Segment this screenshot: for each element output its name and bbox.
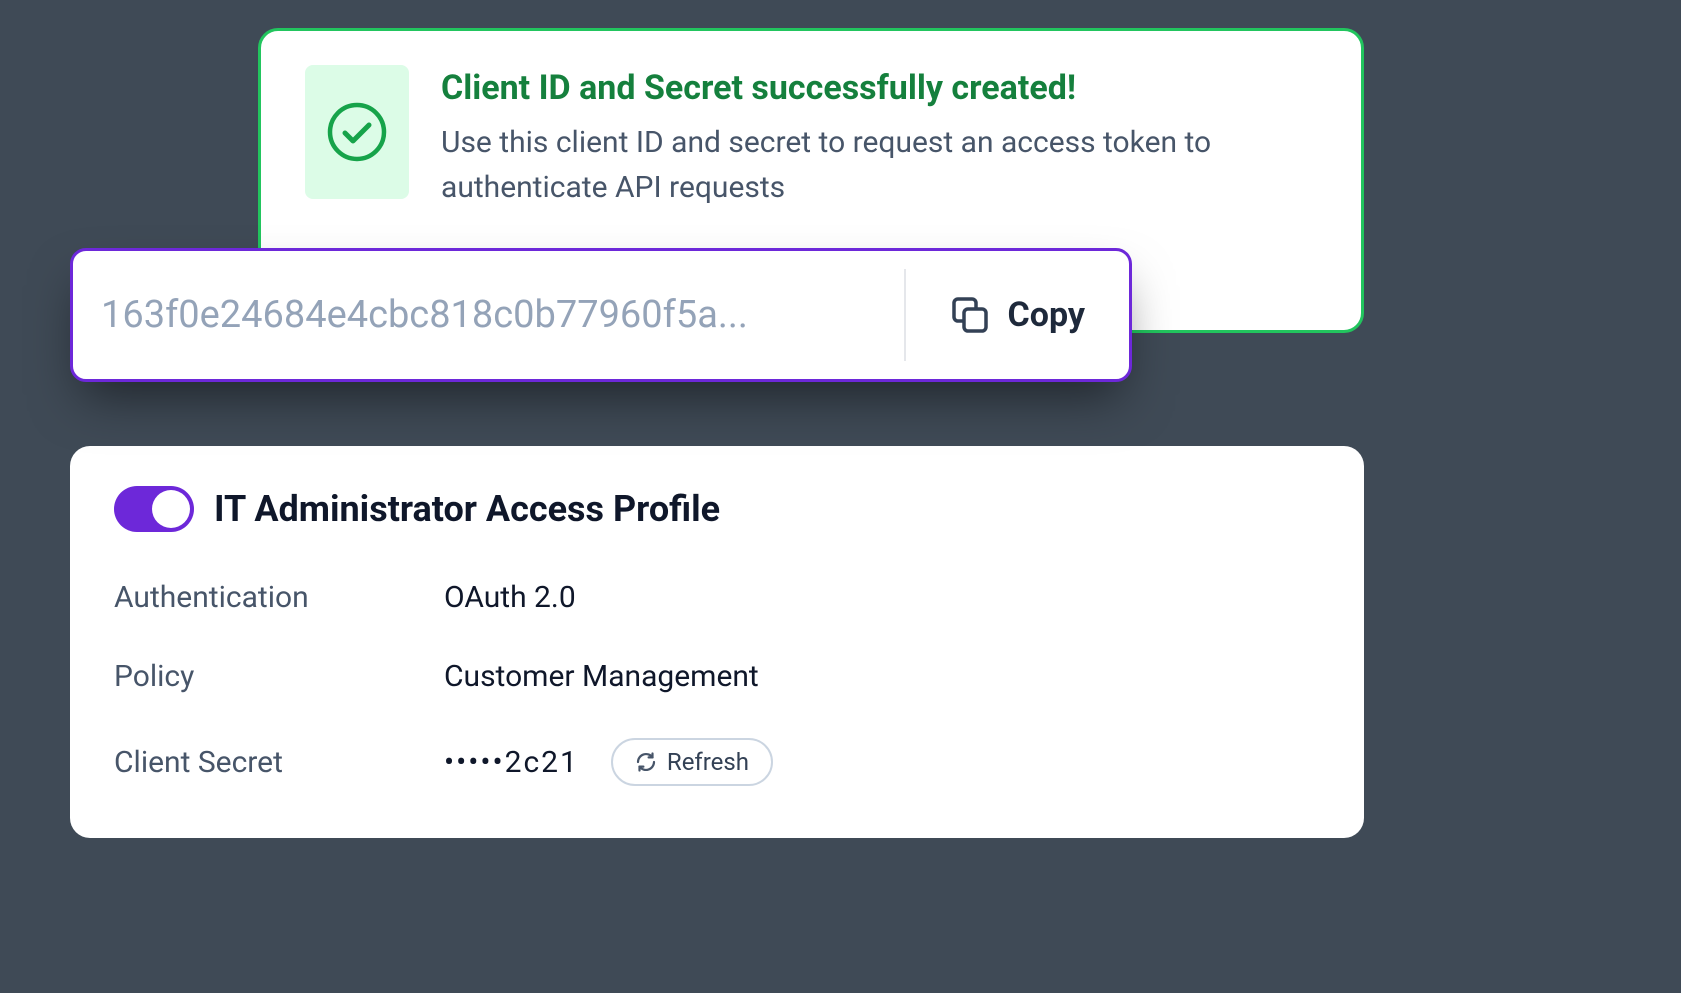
toggle-handle: [152, 490, 190, 528]
copy-icon: [950, 295, 990, 335]
profile-row-policy: Policy Customer Management: [114, 659, 1320, 694]
copy-button-label: Copy: [1008, 295, 1086, 335]
profile-toggle[interactable]: [114, 486, 194, 532]
success-title: Client ID and Secret successfully create…: [441, 66, 1317, 112]
checkmark-circle-icon: [327, 102, 387, 162]
success-icon-container: [305, 65, 409, 199]
copy-button[interactable]: Copy: [906, 251, 1130, 379]
client-secret-label: Client Secret: [114, 745, 444, 780]
success-subtitle: Use this client ID and secret to request…: [441, 120, 1317, 210]
authentication-value: OAuth 2.0: [444, 580, 576, 615]
client-id-value[interactable]: 163f0e24684e4cbc818c0b77960f5a...: [73, 251, 904, 379]
profile-title: IT Administrator Access Profile: [214, 488, 720, 530]
refresh-icon: [635, 751, 657, 773]
client-secret-value: •••••2c21: [444, 745, 579, 780]
profile-card: IT Administrator Access Profile Authenti…: [70, 446, 1364, 838]
authentication-label: Authentication: [114, 580, 444, 615]
policy-label: Policy: [114, 659, 444, 694]
refresh-button[interactable]: Refresh: [611, 738, 773, 786]
profile-row-client-secret: Client Secret •••••2c21 Refresh: [114, 738, 1320, 786]
profile-row-authentication: Authentication OAuth 2.0: [114, 580, 1320, 615]
profile-header: IT Administrator Access Profile: [114, 486, 1320, 532]
refresh-button-label: Refresh: [667, 748, 749, 776]
client-id-card: 163f0e24684e4cbc818c0b77960f5a... Copy: [70, 248, 1132, 382]
success-text-container: Client ID and Secret successfully create…: [441, 65, 1317, 210]
policy-value: Customer Management: [444, 659, 759, 694]
